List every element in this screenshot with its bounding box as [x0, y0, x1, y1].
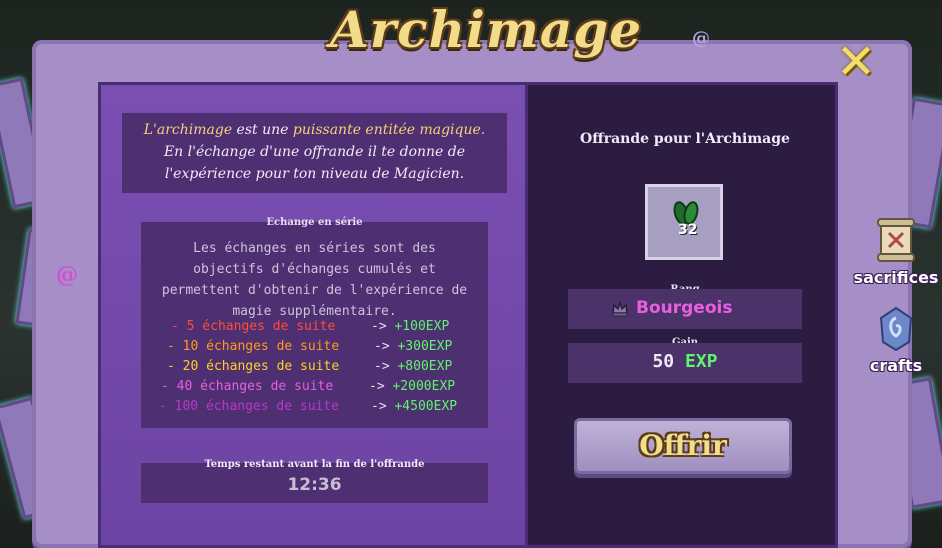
scroll-icon: [877, 218, 915, 262]
intro-text: est une: [232, 122, 293, 138]
rune-stone-icon: [879, 306, 913, 352]
series-row-arrow: ->: [371, 319, 387, 334]
series-section: Echange en série Les échanges en séries …: [141, 217, 488, 428]
tab-crafts[interactable]: crafts: [853, 306, 939, 375]
series-row-label: - 5 échanges de suite: [171, 319, 336, 334]
tab-sacrifices[interactable]: sacrifices: [853, 216, 939, 287]
series-row-reward: -> +300EXP: [374, 339, 452, 354]
window-title: Archimage: [330, 0, 643, 59]
close-button[interactable]: ✕: [834, 38, 878, 86]
series-row-label: - 10 échanges de suite: [167, 339, 340, 354]
tab-crafts-label: crafts: [869, 356, 923, 375]
offer-button[interactable]: Offrir: [574, 418, 792, 474]
series-row-reward: -> +100EXP: [371, 319, 449, 334]
series-row-reward: -> +4500EXP: [371, 399, 457, 414]
rank-box: Bourgeois: [568, 289, 802, 329]
series-row-reward-value: +100EXP: [394, 319, 450, 334]
series-description: Les échanges en séries sont des objectif…: [161, 241, 468, 319]
crown-icon: [612, 301, 628, 317]
series-row-reward-value: +4500EXP: [394, 399, 458, 414]
timer-value: 12:36: [287, 475, 342, 495]
timer-section: Temps restant avant la fin de l'offrande…: [141, 459, 488, 503]
intro-line-3: l'expérience pour ton niveau de Magicien…: [164, 166, 465, 182]
timer-title: Temps restant avant la fin de l'offrande: [204, 459, 425, 470]
series-row-reward-value: +800EXP: [397, 359, 453, 374]
gain-unit: EXP: [685, 351, 718, 372]
series-row-reward-value: +2000EXP: [392, 379, 456, 394]
intro-line-2: En l'échange d'une offrande il te donne …: [163, 144, 466, 160]
series-row-reward-value: +300EXP: [397, 339, 453, 354]
series-row-label: - 20 échanges de suite: [167, 359, 340, 374]
series-row-label: - 40 échanges de suite: [161, 379, 334, 394]
series-row-arrow: ->: [374, 339, 390, 354]
offer-item-slot[interactable]: 32: [645, 184, 723, 260]
intro-entity: puissante entitée magique.: [292, 122, 486, 138]
swirl-decoration: @: [56, 262, 78, 288]
gain-amount: 50: [652, 351, 675, 372]
gain-box: 50 EXP: [568, 343, 802, 383]
series-row-arrow: ->: [369, 379, 385, 394]
series-row-arrow: ->: [374, 359, 390, 374]
series-title: Echange en série: [266, 217, 363, 228]
series-row-label: - 100 échanges de suite: [159, 399, 340, 414]
item-count: 32: [678, 222, 698, 238]
gain-value: 50 EXP: [568, 351, 802, 372]
series-row-reward: -> +800EXP: [374, 359, 452, 374]
intro-archimage: L'archimage: [143, 122, 233, 138]
series-row-reward: -> +2000EXP: [369, 379, 455, 394]
rank-value: Bourgeois: [636, 298, 733, 318]
intro-line-1: L'archimage est une puissante entitée ma…: [130, 119, 499, 141]
swirl-decoration: @: [692, 28, 710, 49]
series-row-arrow: ->: [371, 399, 387, 414]
offer-title: Offrande pour l'Archimage: [580, 131, 790, 147]
intro-description: L'archimage est une puissante entitée ma…: [122, 113, 507, 193]
tab-sacrifices-label: sacrifices: [853, 268, 939, 287]
